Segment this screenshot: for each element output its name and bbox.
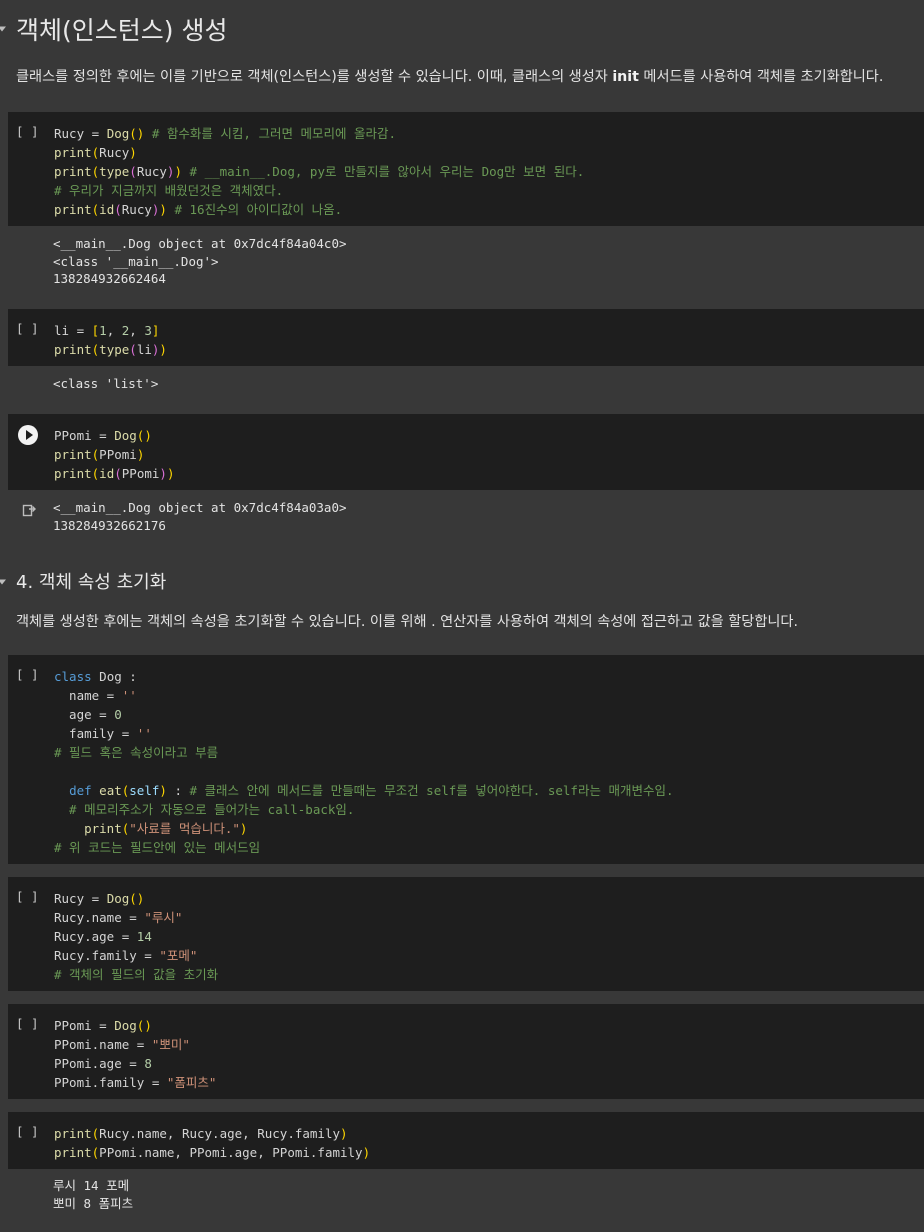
code-line: # 우리가 지금까지 배웠던것은 객체였다. [54,183,284,198]
code-line: print(type(li)) [54,342,167,357]
code-line: Rucy.family = "포메" [54,948,198,963]
code-line: PPomi.age = 8 [54,1056,152,1071]
code-editor[interactable]: li = [1, 2, 3] print(type(li)) [54,321,167,359]
section-heading-object-creation[interactable]: 객체(인스턴스) 생성 [0,10,924,46]
section-title: 4. 객체 속성 초기화 [16,572,167,593]
code-line: Rucy = Dog() [54,891,145,906]
code-cell-2[interactable]: [ ] li = [1, 2, 3] print(type(li)) [8,309,924,366]
cell-output: <class 'list'> [53,376,159,391]
code-line: # 메모리주소가 자동으로 들어가는 call-back임. [54,802,355,817]
code-line: Rucy.age = 14 [54,929,152,944]
code-line: name = '' [54,688,137,703]
cell-execution-status[interactable]: [ ] [16,1124,39,1139]
code-cell-4[interactable]: [ ] class Dog : name = '' age = 0 family… [8,655,924,864]
collapse-caret-icon[interactable] [0,579,6,585]
code-line: Rucy.name = "루시" [54,910,183,925]
cell-execution-status[interactable]: [ ] [16,889,39,904]
code-line: class Dog : [54,669,137,684]
code-editor[interactable]: print(Rucy.name, Rucy.age, Rucy.family) p… [54,1124,370,1162]
code-line: PPomi.name = "뽀미" [54,1037,190,1052]
code-line: print(id(PPomi)) [54,466,175,481]
code-line: print(PPomi) [54,447,145,462]
cell-execution-status[interactable]: [ ] [16,667,39,682]
run-cell-button[interactable] [18,425,38,445]
code-line: print(id(Rucy)) # 16진수의 아이디값이 나옴. [54,202,343,217]
code-line: PPomi.family = "폼피츠" [54,1075,217,1090]
code-line: Rucy = Dog() # 함수화를 시킴, 그러면 메모리에 올라감. [54,126,397,141]
code-editor[interactable]: PPomi = Dog() print(PPomi) print(id(PPomi)… [54,426,174,483]
code-line: print(Rucy.name, Rucy.age, Rucy.family) [54,1126,348,1141]
code-line: family = '' [54,726,152,741]
cell-execution-status[interactable]: [ ] [16,124,39,139]
code-editor[interactable]: Rucy = Dog() Rucy.name = "루시" Rucy.age = 1… [54,889,218,984]
code-cell-6[interactable]: [ ] PPomi = Dog() PPomi.name = "뽀미" PPomi.… [8,1004,924,1099]
section-description: 클래스를 정의한 후에는 이를 기반으로 객체(인스턴스)를 생성할 수 있습니… [16,69,884,85]
output-clear-icon[interactable] [22,503,36,517]
cell-execution-status[interactable]: [ ] [16,321,39,336]
collapse-caret-icon[interactable] [0,26,6,32]
code-line: # 위 코드는 필드안에 있는 메서드임 [54,840,261,855]
code-editor[interactable]: class Dog : name = '' age = 0 family = '… [54,667,674,857]
code-cell-3[interactable]: PPomi = Dog() print(PPomi) print(id(PPomi)… [8,414,924,490]
code-line: print(PPomi.name, PPomi.age, PPomi.famil… [54,1145,371,1160]
code-line: li = [1, 2, 3] [54,323,160,338]
cell-output: <__main__.Dog object at 0x7dc4f84a03a0> … [53,500,347,533]
section-heading-attribute-init[interactable]: 4. 객체 속성 초기화 [0,568,924,594]
code-cell-1[interactable]: [ ] Rucy = Dog() # 함수화를 시킴, 그러면 메모리에 올라감… [8,112,924,226]
code-editor[interactable]: Rucy = Dog() # 함수화를 시킴, 그러면 메모리에 올라감. pri… [54,124,584,219]
code-line: PPomi = Dog() [54,428,152,443]
code-line: print(type(Rucy)) # __main__.Dog, py로 만들… [54,164,585,179]
section-title: 객체(인스턴스) 생성 [16,16,228,45]
code-line: print("사료를 먹습니다.") [84,821,248,836]
code-line: PPomi = Dog() [54,1018,152,1033]
code-editor[interactable]: PPomi = Dog() PPomi.name = "뽀미" PPomi.age … [54,1016,216,1092]
cell-execution-status[interactable]: [ ] [16,1016,39,1031]
cell-output: <__main__.Dog object at 0x7dc4f84a04c0> … [53,236,347,286]
code-line: print(Rucy) [54,145,137,160]
code-cell-5[interactable]: [ ] Rucy = Dog() Rucy.name = "루시" Rucy.age… [8,877,924,991]
code-line: age = 0 [54,707,122,722]
code-line: def eat(self) : # 클래스 안에 메서드를 만들때는 무조건 s… [69,783,674,798]
section-description: 객체를 생성한 후에는 객체의 속성을 초기화할 수 있습니다. 이를 위해 .… [16,614,798,630]
code-line: # 객체의 필드의 값을 초기화 [54,967,219,982]
code-cell-7[interactable]: [ ] print(Rucy.name, Rucy.age, Rucy.fami… [8,1112,924,1169]
cell-output: 루시 14 포메 뽀미 8 폼피츠 [53,1178,134,1211]
code-line: # 필드 혹은 속성이라고 부름 [54,745,219,760]
